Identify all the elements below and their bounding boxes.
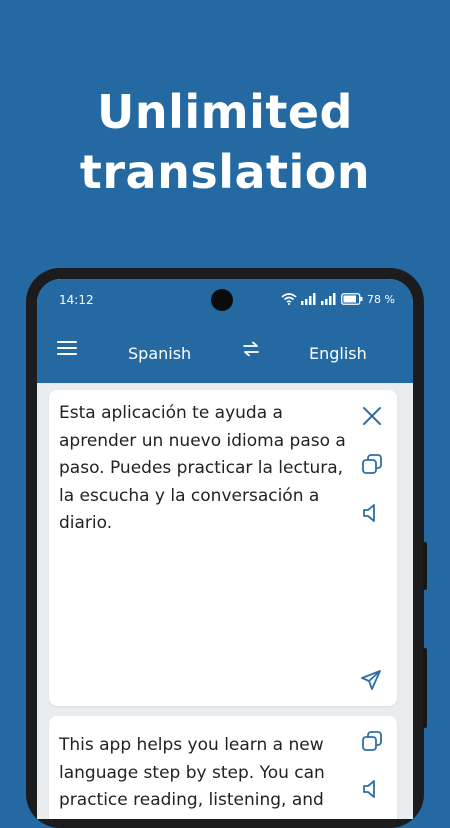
battery-level: 78 %	[367, 292, 395, 306]
battery-icon	[341, 293, 363, 305]
copy-icon[interactable]	[361, 453, 383, 475]
phone-screen: 14:12 78 % Spanish English Esta aplicaci…	[37, 279, 413, 819]
speaker-icon[interactable]	[361, 502, 383, 524]
phone-side-button	[423, 648, 427, 728]
source-text-input[interactable]: Esta aplicación te ayuda a aprender un n…	[59, 400, 351, 538]
signal-icon	[321, 293, 336, 305]
wifi-icon	[281, 293, 297, 305]
target-language-button[interactable]: English	[309, 344, 367, 363]
source-language-button[interactable]: Spanish	[128, 344, 191, 363]
app-bar: 14:12 78 % Spanish English	[37, 279, 413, 383]
phone-frame: 14:12 78 % Spanish English Esta aplicaci…	[26, 268, 427, 828]
signal-icon	[301, 293, 316, 305]
translation-result-card: This app helps you learn a new language …	[49, 716, 397, 819]
swap-languages-icon[interactable]	[241, 341, 261, 357]
close-icon[interactable]	[361, 405, 383, 427]
front-camera	[211, 289, 233, 311]
copy-icon[interactable]	[361, 730, 383, 752]
promo-headline: Unlimited translation	[0, 82, 450, 202]
status-icons: 78 %	[281, 291, 395, 307]
promo-title-line-1: Unlimited	[97, 85, 353, 139]
menu-icon[interactable]	[57, 341, 77, 357]
promo-title-line-2: translation	[79, 145, 371, 199]
speaker-icon[interactable]	[361, 778, 383, 800]
status-time: 14:12	[59, 293, 94, 307]
send-icon[interactable]	[359, 668, 383, 692]
translation-result-text: This app helps you learn a new language …	[59, 735, 325, 810]
phone-side-button	[423, 542, 427, 590]
source-text-card: Esta aplicación te ayuda a aprender un n…	[49, 390, 397, 706]
